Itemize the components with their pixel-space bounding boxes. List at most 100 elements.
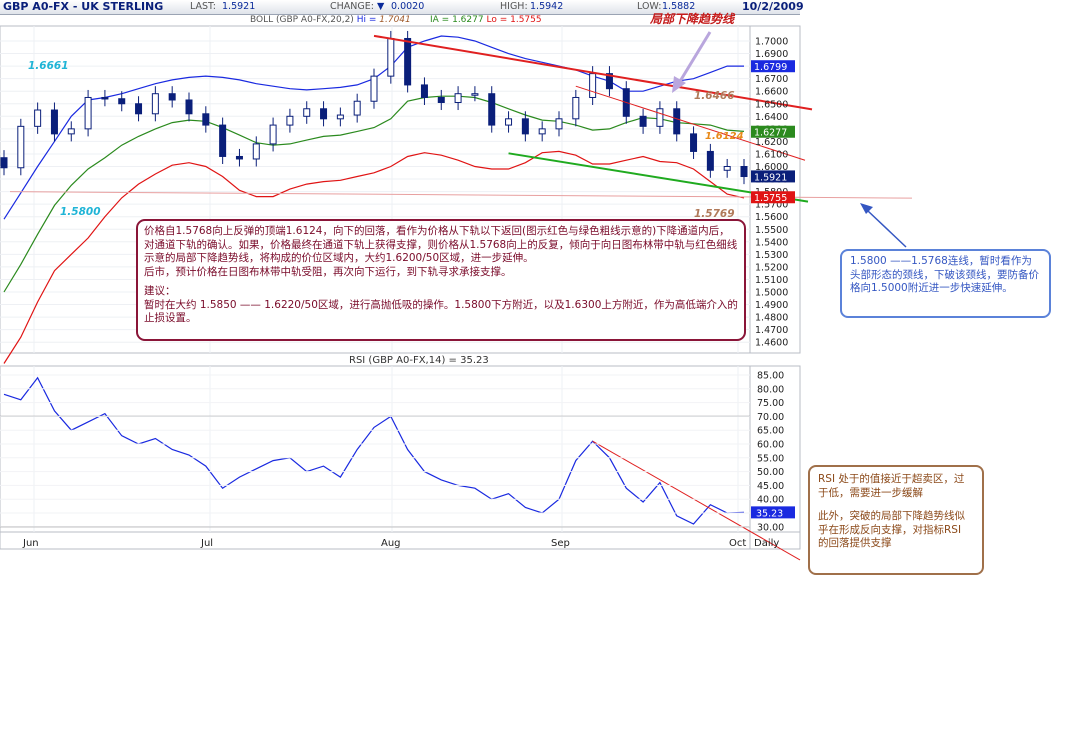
candle-down <box>706 150 714 171</box>
analysis-annotation: 价格自1.5768向上反弹的顶端1.6124，向下的回落，看作为价格从下轨以下返… <box>136 219 746 341</box>
level-label-16661: 1.6661 <box>28 60 69 72</box>
rsi-tick-label: 70.00 <box>757 412 784 423</box>
month-label: Jul <box>200 538 213 549</box>
candle-down <box>740 166 748 178</box>
candle-down <box>437 96 445 103</box>
candle-up <box>555 118 563 130</box>
month-label: Oct <box>729 538 746 549</box>
suggestion-text: 暂时在大约 1.5850 —— 1.6220/50区域，进行高抛低吸的操作。1.… <box>144 298 738 325</box>
analysis-paragraph-1: 价格自1.5768向上反弹的顶端1.6124，向下的回落，看作为价格从下轨以下返… <box>144 225 738 264</box>
candle-down <box>404 37 412 86</box>
neckline-annotation-text: 1.5800 ——1.5768连线，暂时看作为头部形态的颈线，下破该颈线，要防备… <box>850 255 1039 294</box>
upper-band-tag: 1.6799 <box>754 62 787 73</box>
price-tick-label: 1.5100 <box>755 275 788 286</box>
price-tick-label: 1.5200 <box>755 262 788 273</box>
candle-down <box>639 115 647 127</box>
level-label-16466: 1.6466 <box>694 90 735 102</box>
candle-down <box>168 93 176 101</box>
candle-up <box>34 109 42 127</box>
candle-down <box>0 157 8 169</box>
rsi-value-tag: 35.23 <box>756 508 783 519</box>
candle-down <box>420 84 428 98</box>
candle-down <box>488 93 496 126</box>
candle-down <box>50 109 58 135</box>
month-label: Daily <box>754 538 779 549</box>
candle-down <box>219 124 227 157</box>
candle-up <box>387 37 395 77</box>
price-tick-label: 1.4800 <box>755 313 788 324</box>
candle-up <box>505 118 513 126</box>
price-tick-label: 1.6700 <box>755 74 788 85</box>
price-tick-label: 1.4900 <box>755 300 788 311</box>
rsi-tick-label: 65.00 <box>757 426 784 437</box>
price-tick-label: 1.6500 <box>755 99 788 110</box>
suggestion-heading: 建议： <box>144 285 176 297</box>
rsi-annotation: RSI 处于的值接近于超卖区，过于低，需要进一步缓解 此外，突破的局部下降趋势线… <box>808 465 984 575</box>
price-tick-label: 1.6600 <box>755 87 788 98</box>
price-tick-label: 1.6400 <box>755 112 788 123</box>
candle-up <box>303 108 311 117</box>
price-tick-label: 1.6100 <box>755 149 788 160</box>
rsi-tick-label: 55.00 <box>757 453 784 464</box>
month-label: Sep <box>551 538 570 549</box>
candle-up <box>538 128 546 135</box>
analysis-paragraph-2: 后市，预计价格在日图布林带中轨受阻，再次向下运行，到下轨寻求承接支撑。 <box>144 265 512 278</box>
chart-canvas: 1.70001.69001.68001.67001.66001.65001.64… <box>0 12 913 561</box>
candle-down <box>235 155 243 160</box>
candle-up <box>84 96 92 130</box>
last-price-tag: 1.5921 <box>754 172 787 183</box>
candle-down <box>690 133 698 152</box>
rsi-annotation-text-2: 此外，突破的局部下降趋势线似乎在形成反向支撑，对指标RSI 的回落提供支撑 <box>818 510 965 549</box>
rsi-tick-label: 40.00 <box>757 495 784 506</box>
candle-up <box>370 75 378 102</box>
candle-up <box>269 124 277 145</box>
price-tick-label: 1.5500 <box>755 225 788 236</box>
price-tick-label: 1.5600 <box>755 212 788 223</box>
rsi-tick-label: 80.00 <box>757 384 784 395</box>
candle-up <box>67 128 75 135</box>
candle-up <box>353 100 361 116</box>
price-tick-label: 1.6900 <box>755 49 788 60</box>
candle-up <box>572 96 580 120</box>
candle-up <box>454 93 462 103</box>
price-tick-label: 1.5400 <box>755 237 788 248</box>
candle-up <box>723 166 731 171</box>
rsi-legend: RSI (GBP A0-FX,14) = 35.23 <box>349 355 489 366</box>
neckline-annotation: 1.5800 ——1.5768连线，暂时看作为头部形态的颈线，下破该颈线，要防备… <box>840 249 1051 318</box>
price-tick-label: 1.4600 <box>755 338 788 349</box>
rsi-tick-label: 85.00 <box>757 371 784 382</box>
candle-down <box>135 103 143 115</box>
candle-up <box>17 125 25 169</box>
candle-up <box>656 108 664 127</box>
middle-band-tag: 1.6277 <box>754 128 787 139</box>
candle-up <box>336 114 344 120</box>
candle-up <box>471 93 479 96</box>
candle-down <box>521 118 529 135</box>
month-label: Jun <box>22 538 39 549</box>
candle-up <box>286 115 294 126</box>
rsi-tick-label: 45.00 <box>757 481 784 492</box>
annotation-title: 局部下降趋势线 <box>649 12 736 26</box>
level-label-16124: 1.6124 <box>705 131 744 142</box>
price-tick-label: 1.5300 <box>755 250 788 261</box>
rsi-tick-label: 75.00 <box>757 398 784 409</box>
candle-down <box>320 108 328 120</box>
rsi-tick-label: 30.00 <box>757 522 784 533</box>
rsi-tick-label: 50.00 <box>757 467 784 478</box>
candle-down <box>673 108 681 135</box>
candle-down <box>101 96 109 100</box>
candle-down <box>185 99 193 115</box>
price-tick-label: 1.7000 <box>755 37 788 48</box>
rsi-line <box>3 376 745 525</box>
rsi-annotation-text-1: RSI 处于的值接近于超卖区，过于低，需要进一步缓解 <box>818 473 965 499</box>
lower-band-tag: 1.5755 <box>754 193 787 204</box>
candle-up <box>589 73 597 98</box>
candle-up <box>252 143 260 160</box>
price-tick-label: 1.4700 <box>755 325 788 336</box>
candle-up <box>151 93 159 115</box>
price-tick-label: 1.5000 <box>755 288 788 299</box>
level-label-15800: 1.5800 <box>60 206 101 218</box>
candle-down <box>202 113 210 126</box>
rsi-tick-label: 60.00 <box>757 440 784 451</box>
candle-down <box>118 98 126 105</box>
